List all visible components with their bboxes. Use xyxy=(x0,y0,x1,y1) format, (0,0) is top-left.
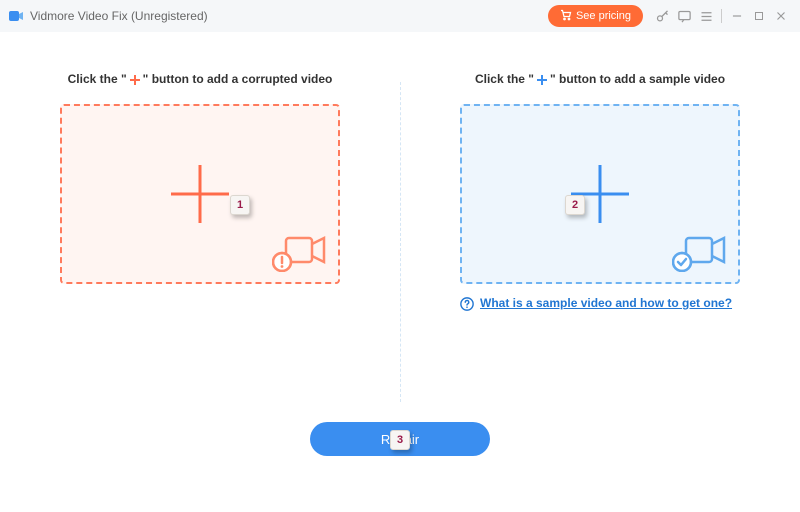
video-check-icon xyxy=(672,232,726,272)
cart-icon xyxy=(560,9,572,24)
plus-icon xyxy=(565,159,635,229)
close-button[interactable] xyxy=(770,5,792,27)
add-corrupted-dropzone[interactable] xyxy=(60,104,340,284)
help-icon xyxy=(460,297,474,311)
vertical-divider xyxy=(400,82,401,402)
plus-icon xyxy=(165,159,235,229)
titlebar: Vidmore Video Fix (Unregistered) See pri… xyxy=(0,0,800,32)
maximize-button[interactable] xyxy=(748,5,770,27)
video-error-icon xyxy=(272,232,326,272)
sample-label: Click the "" button to add a sample vide… xyxy=(475,72,725,86)
step-badge-2: 2 xyxy=(565,195,585,215)
sample-help-row: What is a sample video and how to get on… xyxy=(460,296,740,312)
corrupted-label: Click the "" button to add a corrupted v… xyxy=(68,72,333,86)
minimize-button[interactable] xyxy=(726,5,748,27)
key-icon[interactable] xyxy=(651,5,673,27)
corrupted-pane: Click the "" button to add a corrupted v… xyxy=(0,32,400,422)
app-logo-icon xyxy=(8,8,24,24)
plus-icon xyxy=(129,74,141,86)
step-badge-3: 3 xyxy=(390,430,410,450)
plus-icon xyxy=(536,74,548,86)
titlebar-separator xyxy=(721,9,722,23)
feedback-icon[interactable] xyxy=(673,5,695,27)
sample-pane: Click the "" button to add a sample vide… xyxy=(400,32,800,422)
sample-help-link[interactable]: What is a sample video and how to get on… xyxy=(480,296,732,312)
menu-icon[interactable] xyxy=(695,5,717,27)
app-title: Vidmore Video Fix (Unregistered) xyxy=(30,9,208,23)
see-pricing-button[interactable]: See pricing xyxy=(548,5,643,27)
main-area: Click the "" button to add a corrupted v… xyxy=(0,32,800,512)
add-sample-dropzone[interactable] xyxy=(460,104,740,284)
step-badge-1: 1 xyxy=(230,195,250,215)
